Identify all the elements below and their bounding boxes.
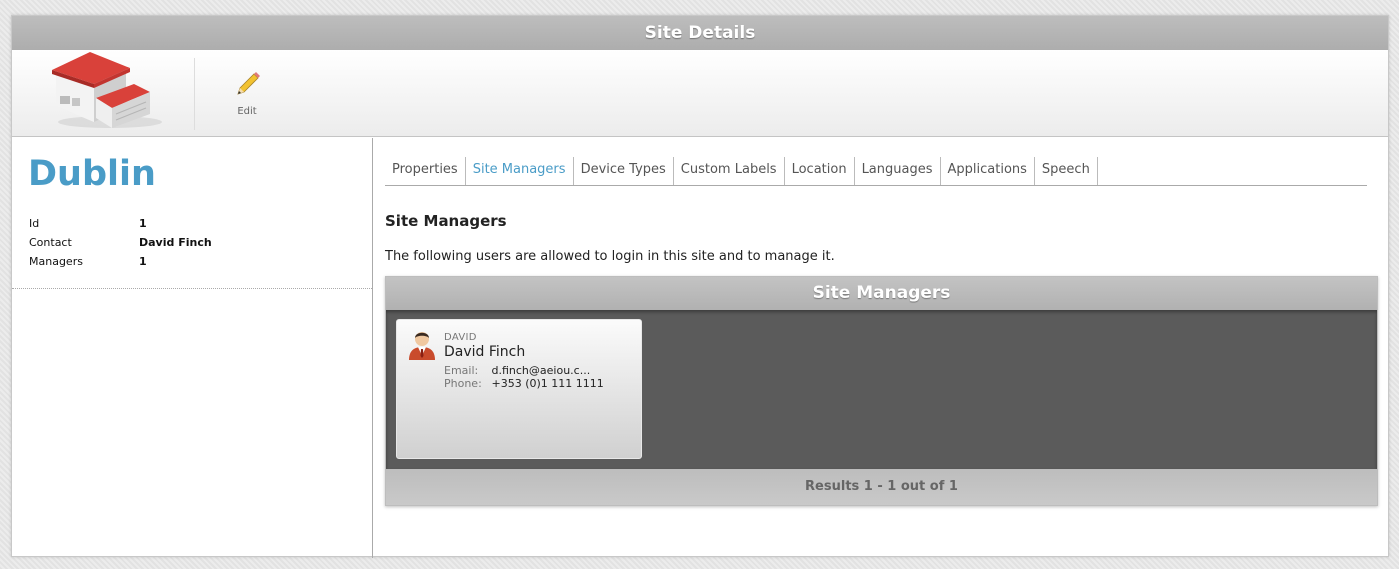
edit-label: Edit <box>237 106 257 117</box>
property-row-managers: Managers 1 <box>29 255 212 274</box>
property-key: Contact <box>29 236 72 249</box>
managers-list: DAVID David Finch Email: d.finch@aeiou.c… <box>386 310 1377 469</box>
tab-bar: Properties Site Managers Device Types Cu… <box>385 157 1367 186</box>
site-managers-panel: Site Managers DAVID David Finch Email: d… <box>385 276 1378 506</box>
tab-location[interactable]: Location <box>785 157 855 185</box>
site-properties: Id 1 Contact David Finch Managers 1 <box>29 217 212 274</box>
phone-label: Phone: <box>444 377 482 390</box>
toolbar-separator <box>194 58 195 130</box>
user-contact-info: Email: d.finch@aeiou.c... Phone: +353 (0… <box>444 364 604 390</box>
building-icon <box>46 50 170 130</box>
pencil-icon <box>237 72 260 95</box>
property-row-contact: Contact David Finch <box>29 236 212 255</box>
user-name: David Finch <box>444 344 526 360</box>
window-title: Site Details <box>12 16 1388 50</box>
tab-languages[interactable]: Languages <box>855 157 941 185</box>
user-login: DAVID <box>444 332 477 343</box>
user-card[interactable]: DAVID David Finch Email: d.finch@aeiou.c… <box>396 319 642 459</box>
tab-custom-labels[interactable]: Custom Labels <box>674 157 785 185</box>
tab-properties[interactable]: Properties <box>385 157 466 185</box>
edit-button[interactable]: Edit <box>226 70 268 120</box>
property-value: 1 <box>139 255 147 268</box>
site-details-window: Site Details Edit Dublin Id 1 Contact Da… <box>11 15 1389 558</box>
email-label: Email: <box>444 364 479 377</box>
property-value: 1 <box>139 217 147 230</box>
email-row: Email: d.finch@aeiou.c... <box>444 364 604 377</box>
site-name: Dublin <box>28 154 156 194</box>
tab-applications[interactable]: Applications <box>941 157 1035 185</box>
property-key: Id <box>29 217 40 230</box>
property-value: David Finch <box>139 236 212 249</box>
property-key: Managers <box>29 255 83 268</box>
site-detail-panel: Properties Site Managers Device Types Cu… <box>385 138 1378 558</box>
site-summary-panel: Dublin Id 1 Contact David Finch Managers… <box>12 138 373 558</box>
property-row-id: Id 1 <box>29 217 212 236</box>
phone-row: Phone: +353 (0)1 111 1111 <box>444 377 604 390</box>
results-count: Results 1 - 1 out of 1 <box>386 469 1377 505</box>
section-title: Site Managers <box>385 212 507 230</box>
divider <box>12 288 372 289</box>
tab-device-types[interactable]: Device Types <box>574 157 674 185</box>
email-value: d.finch@aeiou.c... <box>491 364 591 377</box>
toolbar: Edit <box>12 50 1388 137</box>
tab-speech[interactable]: Speech <box>1035 157 1098 185</box>
user-avatar-icon <box>407 328 437 360</box>
tab-site-managers[interactable]: Site Managers <box>466 157 574 185</box>
section-description: The following users are allowed to login… <box>385 249 835 264</box>
panel-header: Site Managers <box>386 277 1377 310</box>
phone-value: +353 (0)1 111 1111 <box>491 377 604 390</box>
